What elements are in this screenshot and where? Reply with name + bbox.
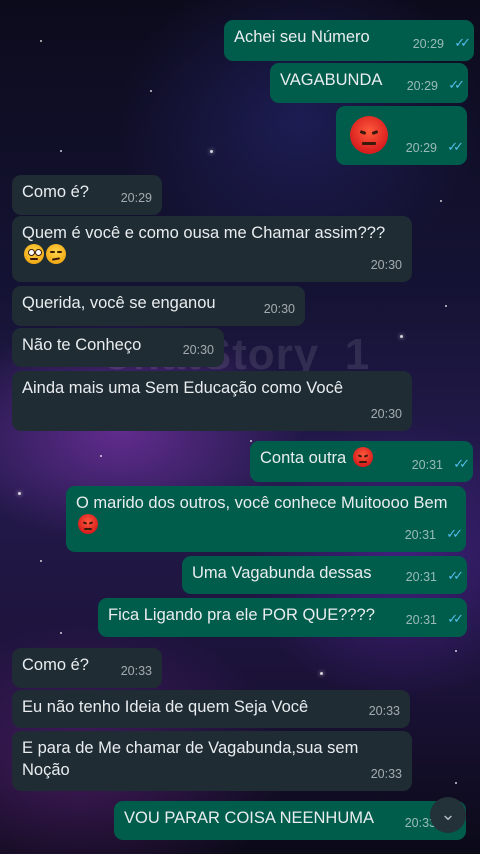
message-time: 20:33 <box>370 767 402 781</box>
unamused-face-emoji <box>46 244 66 264</box>
message-time: 20:33 <box>368 704 400 718</box>
double-check-blue-icon: ✓✓ <box>453 456 470 471</box>
message-text: Eu não tenho Ideia de quem Seja Você <box>22 698 309 716</box>
star <box>455 650 457 652</box>
message-bubble-outgoing[interactable]: 20:29 ✓✓ <box>336 106 467 165</box>
message-bubble-outgoing[interactable]: Uma Vagabunda dessas 20:31 ✓✓ <box>182 556 467 594</box>
message-time: 20:30 <box>263 302 295 316</box>
star <box>18 492 21 495</box>
message-bubble-outgoing[interactable]: VAGABUNDA 20:29 ✓✓ <box>270 63 468 103</box>
message-bubble-outgoing[interactable]: Conta outra 20:31 ✓✓ <box>250 441 473 482</box>
message-bubble-incoming[interactable]: E para de Me chamar de Vagabunda,sua sem… <box>12 731 412 791</box>
message-bubble-incoming[interactable]: Como é? 20:33 <box>12 648 162 688</box>
star <box>400 335 403 338</box>
message-bubble-incoming[interactable]: Ainda mais uma Sem Educação como Você 20… <box>12 371 412 431</box>
message-bubble-outgoing[interactable]: Achei seu Número 20:29 ✓✓ <box>224 20 474 61</box>
double-check-blue-icon: ✓✓ <box>448 77 465 92</box>
angry-face-emoji <box>78 514 98 534</box>
star <box>150 90 152 92</box>
message-text: O marido dos outros, você conhece Muitoo… <box>76 492 452 536</box>
double-check-blue-icon: ✓✓ <box>447 139 464 154</box>
message-text: Quem é você e como ousa me Chamar assim?… <box>22 222 392 266</box>
message-text: Fica Ligando pra ele POR QUE???? <box>108 606 375 624</box>
message-time: 20:30 <box>370 258 402 272</box>
star <box>40 560 42 562</box>
star <box>60 150 62 152</box>
message-time: 20:31 <box>404 528 436 542</box>
message-bubble-incoming[interactable]: Como é? 20:29 <box>12 175 162 215</box>
message-time: 20:30 <box>182 343 214 357</box>
message-time: 20:30 <box>370 407 402 421</box>
message-text: E para de Me chamar de Vagabunda,sua sem… <box>22 739 359 779</box>
angry-face-emoji <box>350 116 388 154</box>
message-bubble-incoming[interactable]: Eu não tenho Ideia de quem Seja Você 20:… <box>12 690 410 728</box>
double-check-blue-icon: ✓✓ <box>447 568 464 583</box>
double-check-blue-icon: ✓✓ <box>446 526 463 541</box>
star <box>455 782 457 784</box>
message-time: 20:29 <box>406 79 438 93</box>
message-bubble-incoming[interactable]: Não te Conheço 20:30 <box>12 328 224 367</box>
double-check-blue-icon: ✓✓ <box>447 611 464 626</box>
message-time: 20:29 <box>412 37 444 51</box>
star <box>210 150 213 153</box>
star <box>40 40 42 42</box>
message-time: 20:29 <box>120 191 152 205</box>
message-bubble-incoming[interactable]: Quem é você e como ousa me Chamar assim?… <box>12 216 412 282</box>
message-text: Ainda mais uma Sem Educação como Você <box>22 379 344 397</box>
message-time: 20:31 <box>411 458 443 472</box>
message-time: 20:31 <box>405 570 437 584</box>
angry-face-emoji <box>352 447 373 467</box>
message-text: Querida, você se enganou <box>22 294 216 312</box>
scroll-to-bottom-button[interactable]: ⌄ <box>430 797 466 833</box>
star <box>320 672 323 675</box>
star <box>440 200 442 202</box>
star <box>445 305 447 307</box>
star <box>100 455 102 457</box>
message-time: 20:33 <box>120 664 152 678</box>
message-bubble-incoming[interactable]: Querida, você se enganou 20:30 <box>12 286 305 326</box>
eye-roll-emoji <box>24 244 44 264</box>
star <box>250 440 252 442</box>
chevron-down-icon: ⌄ <box>440 804 456 824</box>
message-bubble-outgoing[interactable]: VOU PARAR COISA NEENHUMA 20:33 ✓✓ <box>114 801 466 840</box>
double-check-blue-icon: ✓✓ <box>454 35 471 50</box>
message-time: 20:31 <box>405 613 437 627</box>
message-bubble-outgoing[interactable]: Fica Ligando pra ele POR QUE???? 20:31 ✓… <box>98 598 467 637</box>
message-bubble-outgoing[interactable]: O marido dos outros, você conhece Muitoo… <box>66 486 466 552</box>
message-time: 20:29 <box>405 141 437 155</box>
star <box>60 632 62 634</box>
